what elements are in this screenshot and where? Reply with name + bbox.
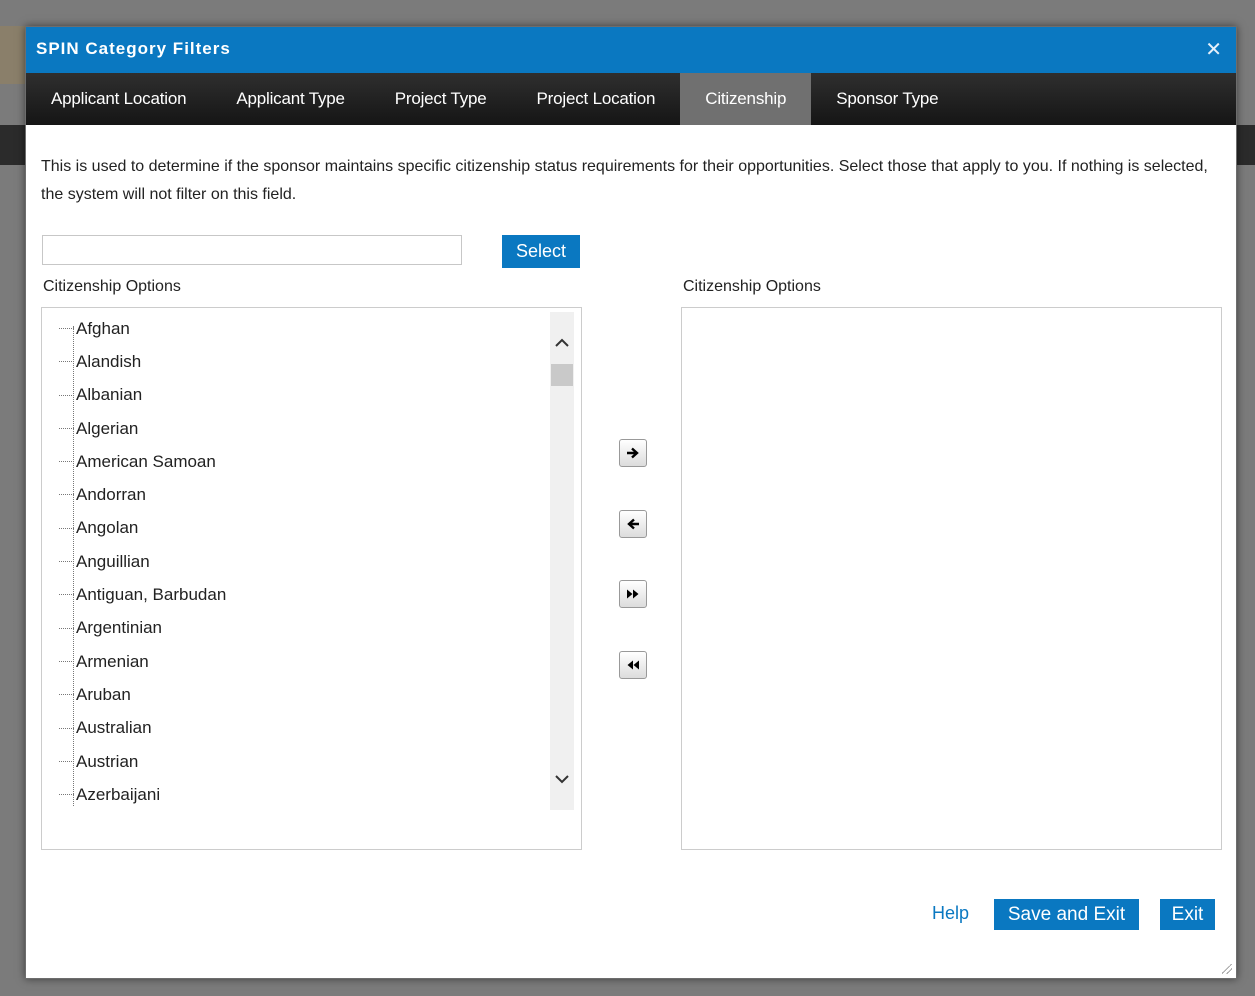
list-item[interactable]: American Samoan xyxy=(57,445,537,478)
select-button[interactable]: Select xyxy=(502,235,580,268)
list-item[interactable]: Andorran xyxy=(57,478,537,511)
resize-handle[interactable] xyxy=(1222,964,1232,974)
double-arrow-right-icon xyxy=(627,589,639,599)
double-arrow-left-icon xyxy=(627,660,639,670)
tab-sponsor-type[interactable]: Sponsor Type xyxy=(811,73,963,125)
list-item[interactable]: Albanian xyxy=(57,379,537,412)
list-scrollbar[interactable] xyxy=(550,312,574,810)
available-options-label: Citizenship Options xyxy=(43,278,181,295)
list-item[interactable]: Austrian xyxy=(57,745,537,778)
description-text: This is used to determine if the sponsor… xyxy=(41,158,1208,203)
list-item[interactable]: Armenian xyxy=(57,645,537,678)
tab-applicant-location[interactable]: Applicant Location xyxy=(26,73,211,125)
list-item[interactable]: Afghan xyxy=(57,312,537,345)
selected-options-list[interactable] xyxy=(681,307,1222,850)
move-all-left-button[interactable] xyxy=(619,651,647,679)
arrow-left-icon xyxy=(627,518,639,530)
list-item[interactable]: Azerbaijani xyxy=(57,778,537,809)
move-all-right-button[interactable] xyxy=(619,580,647,608)
arrow-right-icon xyxy=(627,447,639,459)
tab-bar: Applicant Location Applicant Type Projec… xyxy=(26,73,1236,125)
tab-citizenship[interactable]: Citizenship xyxy=(680,73,812,125)
list-item[interactable]: Antiguan, Barbudan xyxy=(57,578,537,611)
close-icon[interactable]: ✕ xyxy=(1205,37,1222,62)
background-logo xyxy=(0,26,26,84)
chevron-down-icon[interactable] xyxy=(553,770,571,788)
available-options-list: Afghan Alandish Albanian Algerian Americ… xyxy=(41,307,582,850)
selected-options-label: Citizenship Options xyxy=(683,278,821,295)
dialog-titlebar: SPIN Category Filters ✕ xyxy=(26,27,1236,73)
move-right-button[interactable] xyxy=(619,439,647,467)
search-input[interactable] xyxy=(42,235,462,265)
tab-applicant-type[interactable]: Applicant Type xyxy=(211,73,369,125)
scrollbar-thumb[interactable] xyxy=(551,364,573,386)
list-item[interactable]: Algerian xyxy=(57,412,537,445)
list-item[interactable]: Australian xyxy=(57,712,537,745)
exit-button[interactable]: Exit xyxy=(1160,899,1215,930)
dialog-title: SPIN Category Filters xyxy=(36,39,231,58)
move-left-button[interactable] xyxy=(619,510,647,538)
help-link[interactable]: Help xyxy=(932,903,969,924)
tab-project-type[interactable]: Project Type xyxy=(370,73,512,125)
tab-project-location[interactable]: Project Location xyxy=(512,73,681,125)
category-filters-dialog: SPIN Category Filters ✕ Applicant Locati… xyxy=(25,26,1237,979)
options-tree: Afghan Alandish Albanian Algerian Americ… xyxy=(57,312,537,809)
chevron-up-icon[interactable] xyxy=(553,334,571,352)
list-item[interactable]: Angolan xyxy=(57,512,537,545)
list-item[interactable]: Alandish xyxy=(57,345,537,378)
list-item[interactable]: Aruban xyxy=(57,678,537,711)
save-and-exit-button[interactable]: Save and Exit xyxy=(994,899,1139,930)
list-item[interactable]: Argentinian xyxy=(57,612,537,645)
list-item[interactable]: Anguillian xyxy=(57,545,537,578)
